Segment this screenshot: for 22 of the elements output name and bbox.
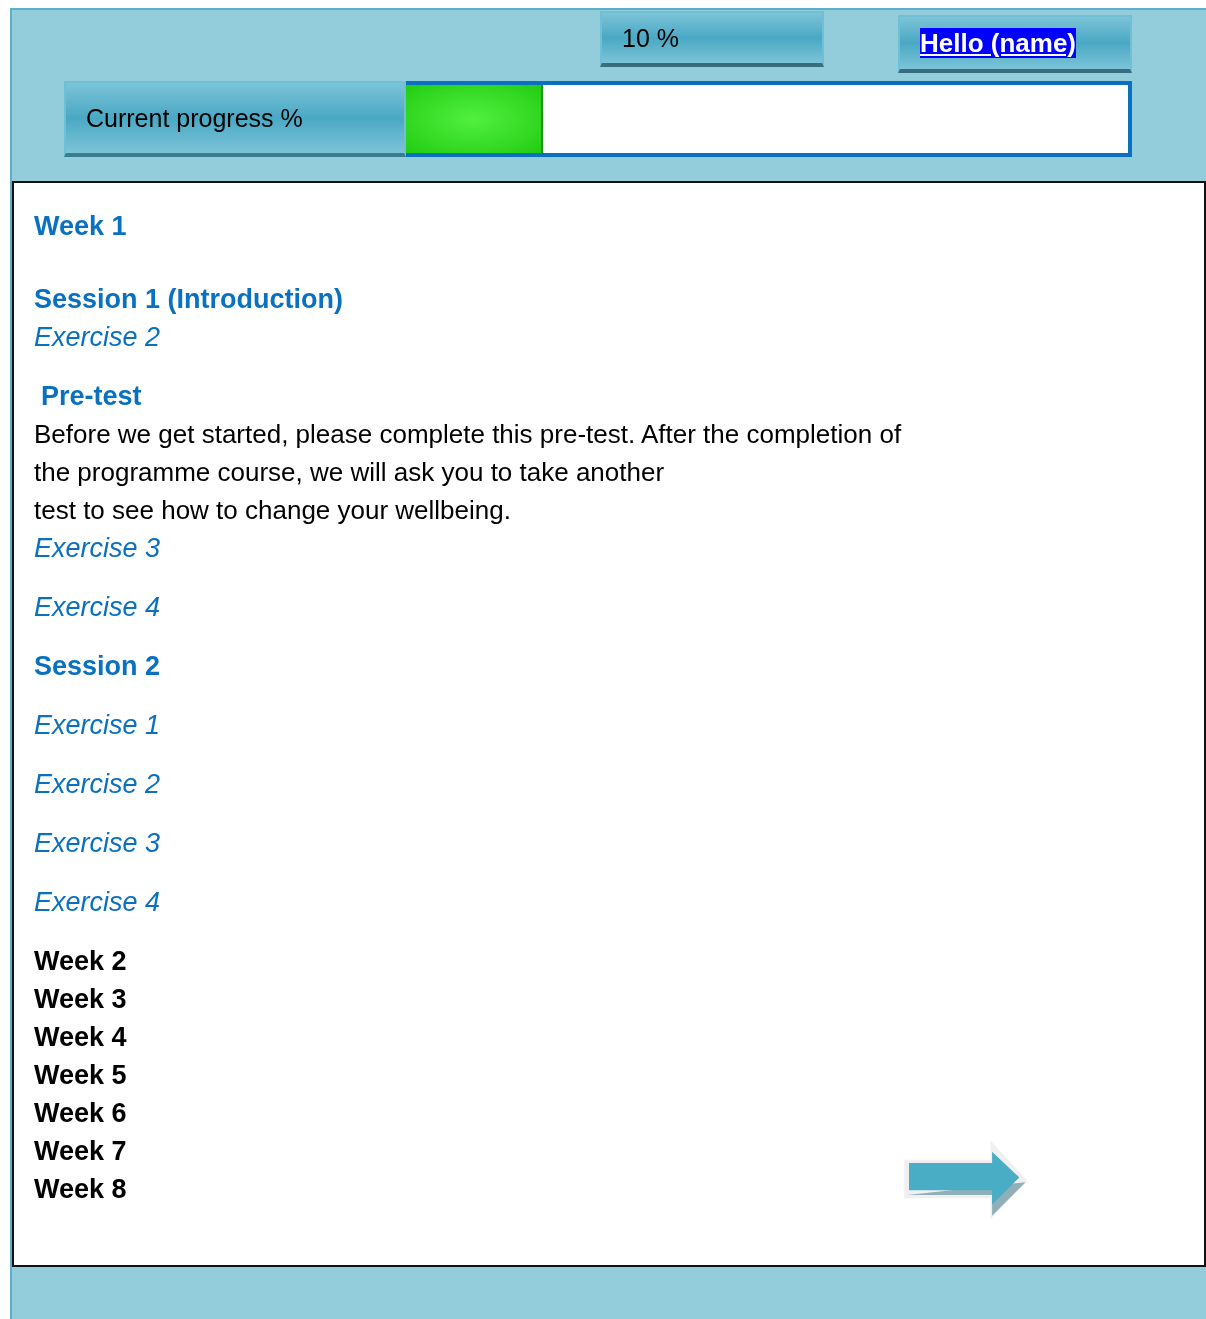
pretest-heading[interactable]: Pre-test bbox=[41, 377, 142, 415]
week-heading[interactable]: Week 8 bbox=[34, 1170, 127, 1208]
exercise-link[interactable]: Exercise 3 bbox=[34, 824, 161, 862]
week-heading[interactable]: Week 7 bbox=[34, 1132, 127, 1170]
week-heading[interactable]: Week 5 bbox=[34, 1056, 127, 1094]
week-heading[interactable]: Week 2 bbox=[34, 942, 127, 980]
exercise-link[interactable]: Exercise 4 bbox=[34, 588, 161, 626]
week-heading[interactable]: Week 6 bbox=[34, 1094, 127, 1132]
exercise-link[interactable]: Exercise 2 bbox=[34, 318, 161, 356]
progress-label: Current progress % bbox=[64, 81, 406, 157]
exercise-link[interactable]: Exercise 2 bbox=[34, 765, 161, 803]
percent-label: 10 % bbox=[600, 11, 824, 67]
greeting-button[interactable]: Hello (name) bbox=[898, 15, 1132, 73]
session-heading[interactable]: Session 1 (Introduction) bbox=[34, 280, 343, 318]
session-heading[interactable]: Session 2 bbox=[34, 647, 161, 685]
exercise-link[interactable]: Exercise 4 bbox=[34, 883, 161, 921]
intro-paragraph: Before we get started, please complete this pre-test. After the completion of the programme course, we will ask you to take another test to see how to change your wellbeing. bbox=[34, 418, 902, 527]
exercise-link[interactable]: Exercise 1 bbox=[34, 706, 161, 744]
week-heading[interactable]: Week 1 bbox=[34, 207, 127, 245]
week-heading[interactable]: Week 3 bbox=[34, 980, 127, 1018]
week-heading[interactable]: Week 4 bbox=[34, 1018, 127, 1056]
exercise-link[interactable]: Exercise 3 bbox=[34, 529, 161, 567]
